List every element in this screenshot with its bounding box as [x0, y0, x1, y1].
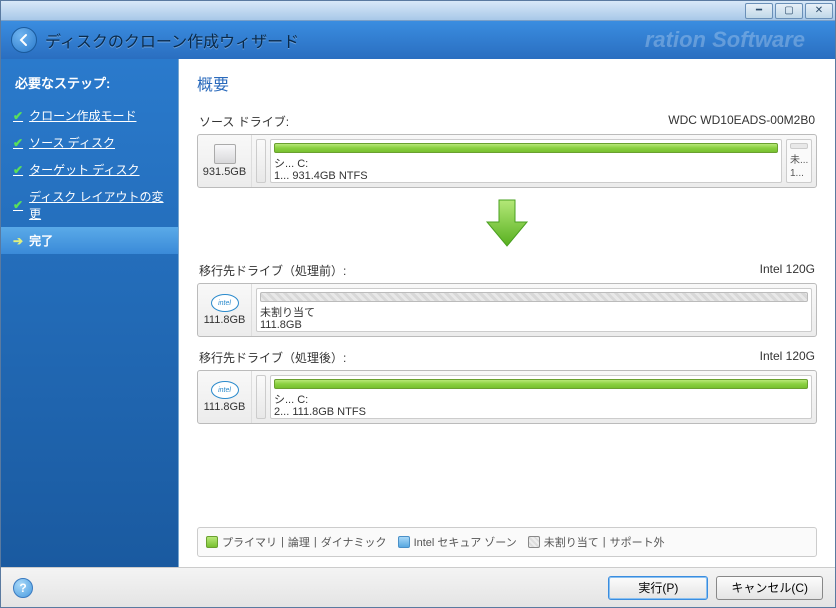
partition-area: シ... C: 2... 111.8GB NTFS — [252, 371, 816, 423]
wizard-header: ration Software ディスクのクローン作成ウィザード — [1, 21, 835, 59]
step-disk-layout[interactable]: ✔ ディスク レイアウトの変更 — [1, 183, 178, 227]
arrow-down-icon — [197, 196, 817, 250]
step-label: 完了 — [29, 232, 53, 249]
cancel-button[interactable]: キャンセル(C) — [716, 576, 823, 600]
drive-icon-col: 931.5GB — [198, 135, 252, 187]
step-label: ディスク レイアウトの変更 — [29, 188, 166, 222]
legend-swatch-intel — [398, 536, 410, 548]
unalloc-partition: 未割り当て 111.8GB — [256, 288, 812, 332]
step-label: クローン作成モード — [29, 107, 136, 124]
minimize-button[interactable]: ━ — [745, 3, 773, 19]
mini-bar — [790, 143, 808, 149]
step-label: ターゲット ディスク — [29, 161, 140, 178]
execute-button[interactable]: 実行(P) — [608, 576, 708, 600]
drive-icon-col: intel 111.8GB — [198, 284, 252, 336]
source-device: WDC WD10EADS-00M2B0 — [668, 113, 815, 130]
after-heading: 移行先ドライブ（処理後）: — [199, 349, 346, 366]
disk-icon — [214, 144, 236, 164]
intel-icon: intel — [211, 294, 239, 312]
reserved-partition — [256, 139, 266, 183]
partition-c: シ... C: 1... 931.4GB NTFS — [270, 139, 782, 183]
source-heading: ソース ドライブ: — [199, 113, 289, 130]
bg-branding: ration Software — [645, 27, 805, 53]
partition-bar-unalloc — [260, 292, 808, 302]
reserved-partition — [256, 375, 266, 419]
source-heading-row: ソース ドライブ: WDC WD10EADS-00M2B0 — [197, 109, 817, 134]
legend-dynamic: ダイナミック — [321, 534, 387, 550]
narrow-label-1: 未... — [790, 151, 808, 166]
before-heading: 移行先ドライブ（処理前）: — [199, 262, 346, 279]
check-icon: ✔ — [13, 198, 23, 212]
step-clone-mode[interactable]: ✔ クローン作成モード — [1, 102, 178, 129]
page-title: 概要 — [197, 71, 817, 95]
sidebar-title: 必要なステップ: — [1, 69, 178, 102]
wizard-title: ディスクのクローン作成ウィザード — [45, 28, 299, 52]
drive-size: 111.8GB — [202, 314, 247, 326]
legend-unsupported: サポート外 — [610, 534, 665, 550]
intel-icon: intel — [211, 381, 239, 399]
partition-label-1: 未割り当て — [260, 304, 808, 317]
partition-label-2: 2... 111.8GB NTFS — [274, 406, 808, 415]
step-finish[interactable]: ➔ 完了 — [1, 227, 178, 254]
source-drive-box: 931.5GB シ... C: 1... 931.4GB NTFS 未... 1… — [197, 134, 817, 188]
arrow-left-icon — [17, 33, 31, 47]
check-icon: ✔ — [13, 163, 23, 177]
partition-label-1: シ... C: — [274, 391, 808, 404]
partition-label-1: シ... C: — [274, 155, 778, 168]
partition-bar-primary — [274, 143, 778, 153]
legend-logical: 論理 — [288, 534, 310, 550]
app-window: ━ ▢ ✕ ration Software ディスクのクローン作成ウィザード 必… — [0, 0, 836, 608]
step-label: ソース ディスク — [29, 134, 115, 151]
partition-c: シ... C: 2... 111.8GB NTFS — [270, 375, 812, 419]
after-heading-row: 移行先ドライブ（処理後）: Intel 120G — [197, 345, 817, 370]
legend-primary: プライマリ — [222, 534, 277, 550]
legend-unalloc: 未割り当て — [544, 534, 599, 550]
narrow-label-2: 1... — [790, 168, 808, 179]
back-button[interactable] — [11, 27, 37, 53]
before-drive-box: intel 111.8GB 未割り当て 111.8GB — [197, 283, 817, 337]
before-heading-row: 移行先ドライブ（処理前）: Intel 120G — [197, 258, 817, 283]
step-source-disk[interactable]: ✔ ソース ディスク — [1, 129, 178, 156]
drive-size: 931.5GB — [202, 166, 247, 178]
titlebar: ━ ▢ ✕ — [1, 1, 835, 21]
check-icon: ✔ — [13, 109, 23, 123]
cancel-label: キャンセル(C) — [731, 581, 808, 595]
drive-icon-col: intel 111.8GB — [198, 371, 252, 423]
partition-label-2: 111.8GB — [260, 319, 808, 328]
main-panel: 概要 ソース ドライブ: WDC WD10EADS-00M2B0 931.5GB… — [179, 59, 835, 567]
after-device: Intel 120G — [760, 349, 815, 366]
step-target-disk[interactable]: ✔ ターゲット ディスク — [1, 156, 178, 183]
partition-bar-primary — [274, 379, 808, 389]
trailing-partition: 未... 1... — [786, 139, 812, 183]
arrow-right-icon: ➔ — [13, 234, 23, 248]
check-icon: ✔ — [13, 136, 23, 150]
steps-sidebar: 必要なステップ: ✔ クローン作成モード ✔ ソース ディスク ✔ ターゲット … — [1, 59, 179, 567]
help-button[interactable]: ? — [13, 578, 33, 598]
drive-size: 111.8GB — [202, 401, 247, 413]
legend-swatch-unalloc — [528, 536, 540, 548]
partition-area: 未割り当て 111.8GB — [252, 284, 816, 336]
maximize-button[interactable]: ▢ — [775, 3, 803, 19]
execute-label: 実行(P) — [638, 581, 678, 595]
footer: ? 実行(P) キャンセル(C) — [1, 567, 835, 607]
partition-legend: プライマリ | 論理 | ダイナミック Intel セキュア ゾーン 未割り当て… — [197, 527, 817, 557]
legend-swatch-primary — [206, 536, 218, 548]
before-device: Intel 120G — [760, 262, 815, 279]
after-drive-box: intel 111.8GB シ... C: 2... 111.8GB NTFS — [197, 370, 817, 424]
legend-intel: Intel セキュア ゾーン — [414, 534, 517, 550]
close-button[interactable]: ✕ — [805, 3, 833, 19]
partition-label-2: 1... 931.4GB NTFS — [274, 170, 778, 179]
partition-area: シ... C: 1... 931.4GB NTFS 未... 1... — [252, 135, 816, 187]
